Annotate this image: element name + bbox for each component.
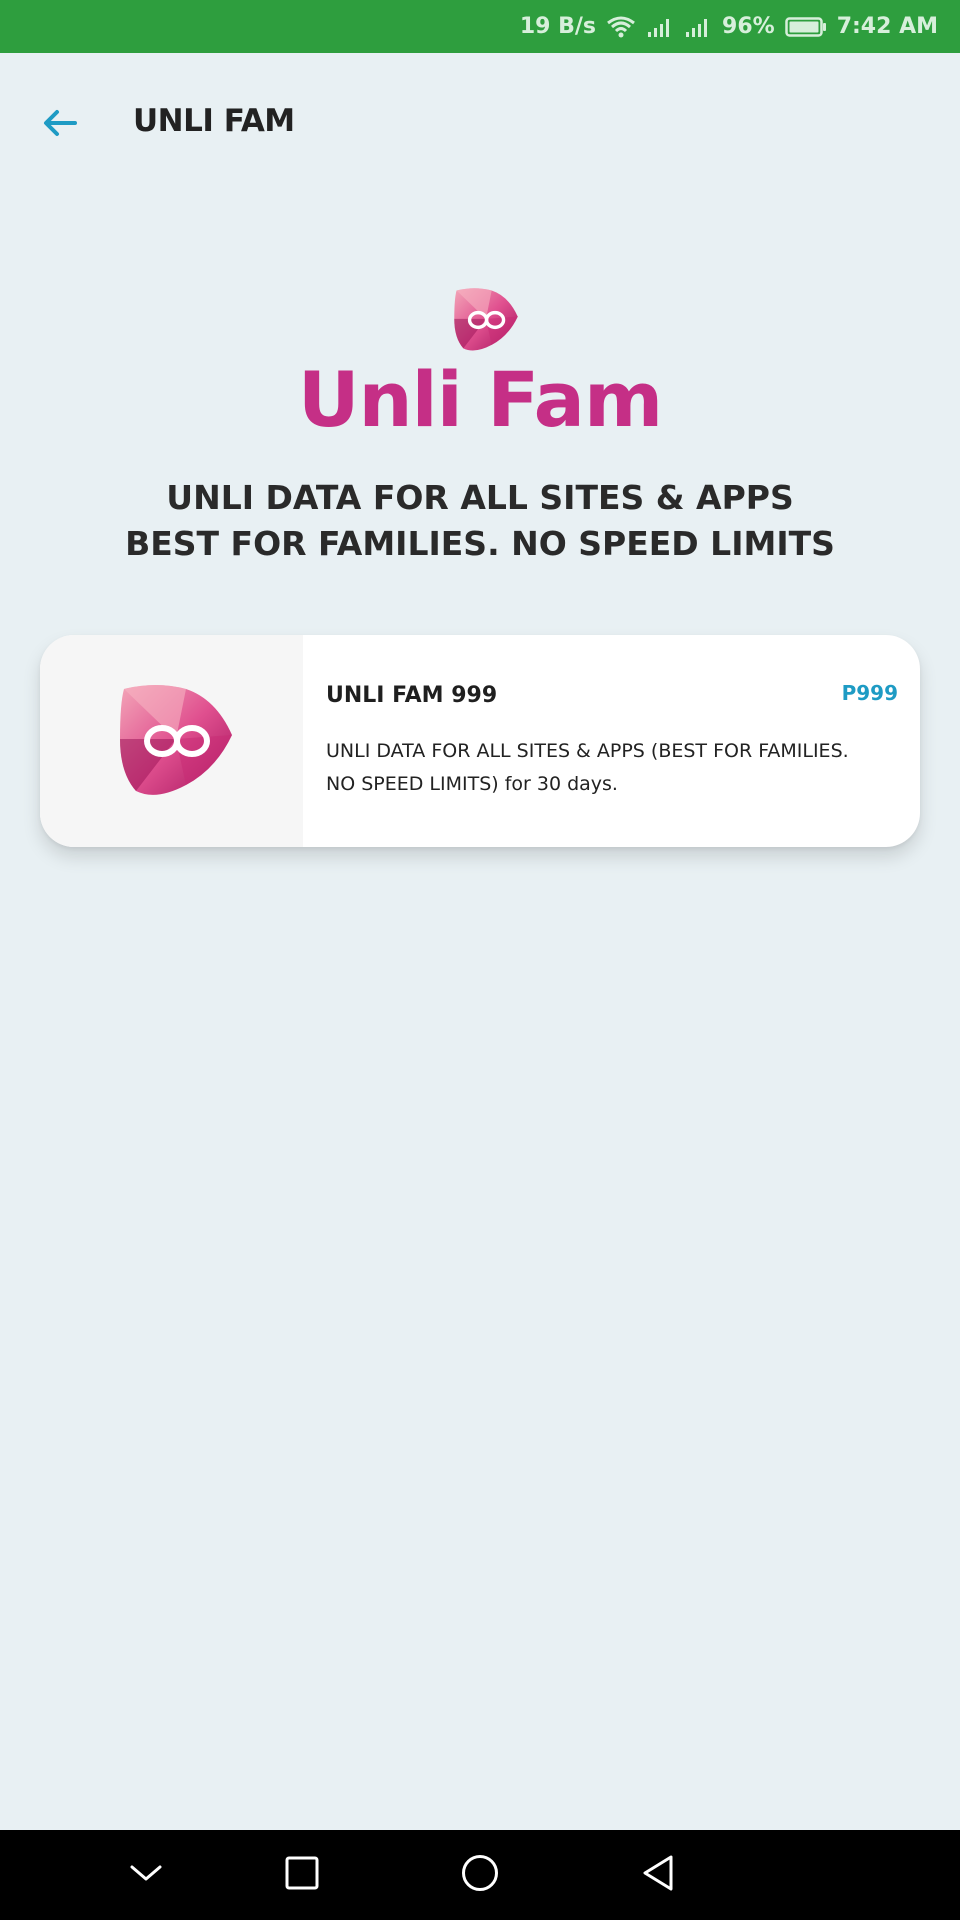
status-bar: 19 B/s 96% 7:42 AM xyxy=(0,0,960,53)
wifi-icon xyxy=(606,15,636,39)
triangle-back-icon xyxy=(641,1854,675,1896)
promo-description-line: UNLI DATA FOR ALL SITES & APPS (BEST FOR… xyxy=(326,740,849,762)
battery-icon xyxy=(784,16,827,38)
brand-name: Unli Fam xyxy=(297,355,663,444)
hero-tagline: UNLI DATA FOR ALL SITES & APPS BEST FOR … xyxy=(0,475,960,567)
infinity-shield-icon xyxy=(452,287,520,353)
signal-icon xyxy=(646,15,674,39)
chevron-down-icon xyxy=(129,1863,163,1887)
page-title: UNLI FAM xyxy=(133,103,295,139)
tagline-line: BEST FOR FAMILIES. NO SPEED LIMITS xyxy=(125,524,835,563)
network-speed: 19 B/s xyxy=(519,14,597,39)
promo-card[interactable]: UNLI FAM 999 P999 UNLI DATA FOR ALL SITE… xyxy=(40,635,920,847)
clock: 7:42 AM xyxy=(836,14,938,39)
battery-percent: 96% xyxy=(722,14,775,39)
promo-description-line: NO SPEED LIMITS) for 30 days. xyxy=(326,773,618,795)
app-header: UNLI FAM xyxy=(0,53,960,193)
promo-description: UNLI DATA FOR ALL SITES & APPS (BEST FOR… xyxy=(326,735,901,801)
promo-card-image-panel xyxy=(40,635,303,847)
nav-home-button[interactable] xyxy=(450,1845,510,1905)
promo-price: P999 xyxy=(841,681,898,705)
square-icon xyxy=(285,1856,319,1894)
nav-collapse-button[interactable] xyxy=(116,1845,176,1905)
promo-name: UNLI FAM 999 xyxy=(326,683,498,708)
nav-recents-button[interactable] xyxy=(272,1845,332,1905)
status-indicators: 19 B/s 96% 7:42 AM xyxy=(520,0,938,53)
arrow-left-icon xyxy=(42,109,78,141)
circle-icon xyxy=(461,1854,499,1896)
infinity-shield-icon xyxy=(116,683,236,799)
nav-back-button[interactable] xyxy=(628,1845,688,1905)
tagline-line: UNLI DATA FOR ALL SITES & APPS xyxy=(166,478,794,517)
back-button[interactable] xyxy=(30,95,90,155)
system-nav-bar xyxy=(0,1830,960,1920)
signal-icon xyxy=(684,15,712,39)
